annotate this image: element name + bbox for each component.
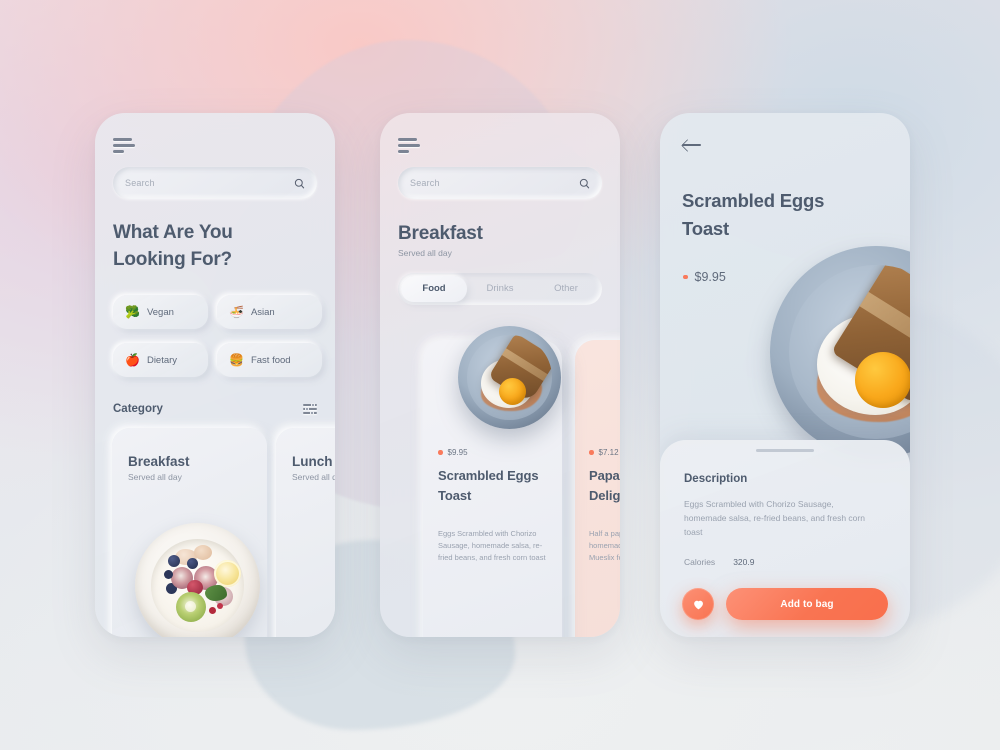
page-subtitle: Served all day: [398, 248, 452, 258]
dish-title: Scrambled Eggs Toast: [438, 468, 539, 504]
description-title: Description: [684, 473, 748, 485]
chip-fast-food[interactable]: 🍔 Fast food: [217, 343, 322, 377]
search-input[interactable]: Search: [398, 167, 602, 199]
filter-sliders-icon[interactable]: [303, 402, 317, 415]
tab-bar: Food Drinks Other: [398, 273, 602, 305]
price: $7.12: [598, 448, 619, 457]
calories-row: Calories 320.9: [684, 557, 754, 567]
price-row: $7.12: [589, 448, 619, 457]
dish-description: Eggs Scrambled with Chorizo Sausage, hom…: [438, 529, 546, 563]
favorite-button[interactable]: [682, 588, 714, 620]
search-placeholder: Search: [125, 178, 155, 188]
category-card-breakfast[interactable]: Breakfast Served all day: [112, 428, 267, 637]
burger-icon: 🍔: [229, 353, 244, 367]
detail-sheet: Description Eggs Scrambled with Chorizo …: [660, 440, 910, 637]
page-title: Scrambled Eggs Toast: [682, 190, 825, 239]
category-subtitle: Served all day: [292, 472, 335, 482]
tab-other[interactable]: Other: [533, 276, 599, 302]
price-row: $9.95: [438, 448, 468, 457]
noodles-icon: 🍜: [229, 305, 244, 319]
price-dot-icon: [438, 450, 443, 455]
food-card-papaya[interactable]: $7.12 Papaya Delight Half a papaya, yogu…: [575, 340, 620, 637]
chip-label: Vegan: [146, 306, 174, 318]
category-name: Lunch: [292, 454, 333, 469]
screen-list: Search Breakfast Served all day Food Dri…: [380, 113, 620, 637]
broccoli-icon: 🥦: [125, 305, 140, 319]
price-row: $9.95: [683, 270, 726, 284]
hamburger-menu-icon[interactable]: [398, 138, 420, 153]
filter-chip-group: 🥦 Vegan 🍜 Asian 🍎 Dietary 🍔 Fast food: [113, 295, 322, 377]
price-dot-icon: [589, 450, 594, 455]
dish-description: Half a papaya, yogurt, topped homemade r…: [589, 529, 620, 563]
category-card-lunch[interactable]: Lunch Served all day: [276, 428, 335, 637]
search-icon[interactable]: [579, 178, 590, 189]
add-to-bag-button[interactable]: Add to bag: [726, 588, 888, 620]
price-dot-icon: [683, 274, 688, 280]
chip-vegan[interactable]: 🥦 Vegan: [113, 295, 208, 329]
tab-drinks[interactable]: Drinks: [467, 276, 533, 302]
back-arrow-icon[interactable]: [682, 138, 702, 152]
category-subtitle: Served all day: [128, 472, 182, 482]
detail-actions: Add to bag: [682, 588, 888, 620]
chip-label: Fast food: [250, 354, 291, 366]
calories-value: 320.9: [733, 557, 755, 567]
dish-image-scrambled-eggs: [458, 326, 561, 429]
price: $9.95: [447, 448, 468, 457]
tab-food[interactable]: Food: [401, 276, 467, 302]
price: $9.95: [694, 270, 726, 284]
description-body: Eggs Scrambled with Chorizo Sausage, hom…: [684, 499, 865, 538]
dish-hero-image: [770, 246, 910, 458]
hamburger-menu-icon[interactable]: [113, 138, 135, 153]
screen-detail: Scrambled Eggs Toast $9.95 Description E…: [660, 113, 910, 637]
calories-label: Calories: [684, 557, 716, 567]
search-placeholder: Search: [410, 178, 440, 188]
dish-title: Papaya Delight: [589, 468, 620, 504]
search-input[interactable]: Search: [113, 167, 317, 199]
category-label: Category: [113, 403, 163, 415]
chip-label: Asian: [250, 306, 275, 318]
search-icon[interactable]: [294, 178, 305, 189]
chip-dietary[interactable]: 🍎 Dietary: [113, 343, 208, 377]
page-title: Breakfast: [398, 223, 483, 244]
category-name: Breakfast: [128, 454, 190, 469]
sheet-grabber[interactable]: [756, 449, 814, 452]
breakfast-bowl-image: [135, 523, 260, 637]
page-title-group: Breakfast Served all day: [398, 223, 483, 258]
chip-label: Dietary: [146, 354, 178, 366]
category-header: Category: [113, 402, 317, 415]
heart-icon: [693, 600, 703, 609]
screen-search: Search What Are You Looking For? 🥦 Vegan…: [95, 113, 335, 637]
chip-asian[interactable]: 🍜 Asian: [217, 295, 322, 329]
apple-icon: 🍎: [125, 353, 140, 367]
page-title: What Are You Looking For?: [113, 222, 233, 270]
